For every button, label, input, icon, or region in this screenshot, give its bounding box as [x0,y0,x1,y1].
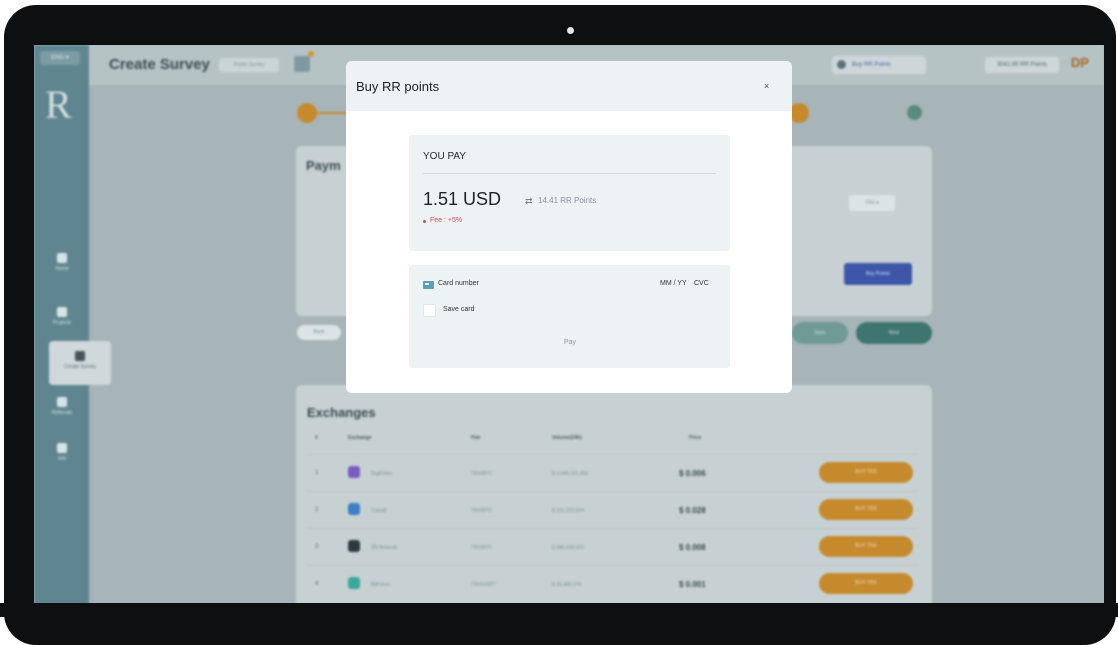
exchange-name[interactable]: ZB.Network [371,545,397,551]
step-connector [317,112,347,114]
buy-rr-points-button[interactable]: Buy RR Points [832,56,926,74]
sidebar-item-home[interactable]: Home [39,253,85,272]
volume: $ 3,048,221,466 [552,471,589,477]
exchanges-title: Exchanges [307,405,376,420]
next-button[interactable]: Next [856,322,932,344]
fee-bullet [423,220,426,223]
credit-card-icon [423,281,434,289]
close-icon[interactable]: × [764,81,769,91]
laptop-frame: ENG ▾ R Home Projects Info Referrals Cre… [4,5,1116,645]
folder-icon [57,307,67,317]
avatar[interactable]: DP [1071,55,1089,70]
row-number: 1 [315,470,319,476]
expiry-input[interactable]: MM / YY [660,280,687,287]
exchange-name[interactable]: DigiFinex [371,471,392,477]
row-divider [307,491,919,492]
step-indicator-5 [907,105,922,120]
you-pay-panel: YOU PAY 1.51 USD ⇄ 14.41 RR Points Fee :… [409,135,730,251]
buy-rr-points-modal: Buy RR points × YOU PAY 1.51 USD ⇄ 14.41… [346,61,792,393]
row-number: 4 [315,581,319,587]
exchange-name[interactable]: BitForex [371,582,390,588]
save-button[interactable]: Save [792,322,848,344]
coin-icon [837,60,846,69]
home-icon [57,253,67,263]
pair: TRX/BTC [471,508,493,514]
card-number-input[interactable]: Card number [438,280,479,287]
exchange-logo-icon [348,577,360,589]
info-icon [57,443,67,453]
save-card-checkbox[interactable] [423,304,436,317]
exchange-logo-icon [348,540,360,552]
points-balance: 3041.65 RR Points [985,57,1059,73]
modal-title: Buy RR points [356,79,440,94]
cvc-input[interactable]: CVC [694,280,709,287]
volume: $ 988,438,933 [552,545,584,551]
exchange-logo-icon [348,466,360,478]
row-divider [307,454,919,455]
pair: TRX/USDT [471,582,496,588]
column-header-exchange: Exchange [348,435,372,441]
card-payment-panel: Card number MM / YY CVC Save card Pay [409,265,730,368]
points-equivalent: 14.41 RR Points [538,196,597,205]
step-indicator-4 [789,103,809,123]
edit-icon[interactable] [294,56,310,72]
back-button[interactable]: Back [297,325,341,340]
row-divider [307,528,919,529]
sidebar-item-label: Info [57,456,67,462]
sidebar-item-referrals[interactable]: Referrals [39,397,85,416]
pay-amount: 1.51 USD [423,189,502,209]
swap-icon: ⇄ [525,196,533,206]
pair: TRX/BTC [471,545,493,551]
buy-trx-button[interactable]: BUY TRX [819,499,913,520]
pencil-icon [75,351,85,361]
sidebar-item-label: Referrals [51,410,73,416]
pair: TRX/BTC [471,471,493,477]
buy-trx-button[interactable]: BUY TRX [819,573,913,594]
sidebar-item-label: Projects [52,320,72,326]
sidebar-item-create-survey[interactable]: Create Survey [49,341,111,385]
price: $ 0.028 [679,506,706,515]
save-card-label: Save card [443,306,475,313]
volume: $ 161,222,524 [552,508,584,514]
column-header-pair: Pair [471,435,481,441]
exchange-name[interactable]: Coinall [371,508,386,514]
payment-card-title: Paym [306,158,341,173]
screen: ENG ▾ R Home Projects Info Referrals Cre… [34,45,1104,608]
rr-logo: R [45,82,72,127]
currency-dropdown[interactable]: TRX ▾ [849,195,895,211]
buy-points-button[interactable]: Buy Points [844,263,912,285]
sidebar-item-label: Home [55,266,69,272]
step-indicator-1 [297,103,317,123]
buy-trx-button[interactable]: BUY TRX [819,462,913,483]
page-title: Create Survey [109,56,210,73]
pay-button[interactable]: Pay [542,333,598,353]
buy-trx-button[interactable]: BUY TRX [819,536,913,557]
column-header-volume: Volume(24h) [552,435,582,441]
modal-header: Buy RR points × [346,61,792,111]
referrals-icon [57,397,67,407]
sidebar-item-projects[interactable]: Projects [39,307,85,326]
sidebar-item-info[interactable]: Info [39,443,85,462]
survey-type-badge: Public Survey [219,58,279,72]
row-number: 3 [315,544,319,550]
camera-dot [567,27,574,34]
you-pay-label: YOU PAY [423,151,466,162]
sidebar: ENG ▾ R Home Projects Info Referrals [34,45,89,608]
volume: $ 25,485,074 [552,582,582,588]
fee-text: Fee : +5% [430,217,463,224]
laptop-bottom-bezel [0,603,1118,617]
language-select[interactable]: ENG ▾ [40,51,80,65]
notification-dot [308,51,314,57]
row-divider [307,565,919,566]
divider [423,173,716,174]
price: $ 0.008 [679,543,706,552]
sidebar-item-label: Create Survey [64,364,96,370]
price: $ 0.006 [679,469,706,478]
column-header-number: # [315,435,318,441]
exchange-logo-icon [348,503,360,515]
row-number: 2 [315,507,319,513]
column-header-price: Price [689,435,702,441]
price: $ 0.001 [679,580,706,589]
